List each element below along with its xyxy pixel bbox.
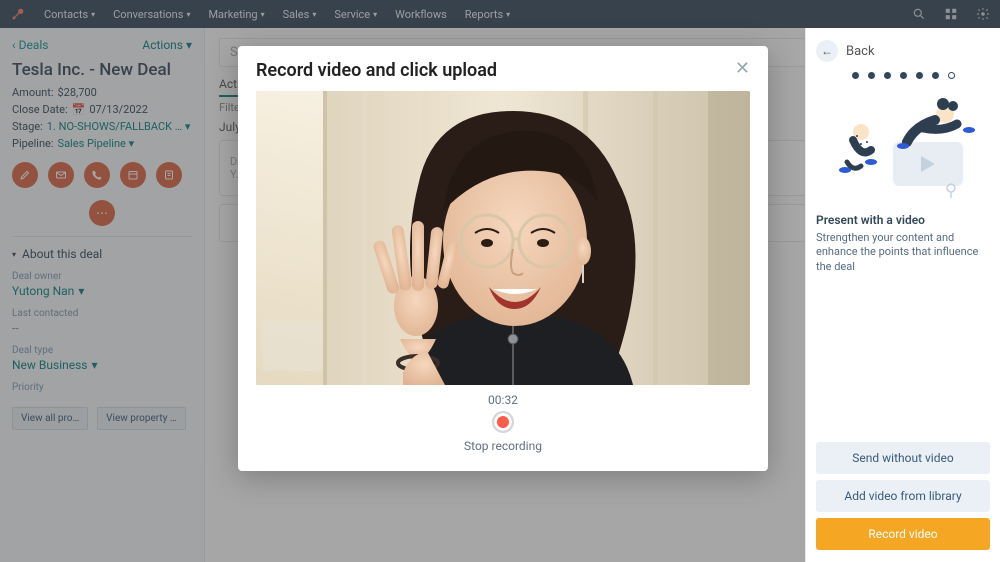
nav-conversations[interactable]: Conversations▾ xyxy=(113,8,190,21)
owner-label: Deal owner xyxy=(12,271,192,282)
nav-service[interactable]: Service▾ xyxy=(334,8,377,21)
search-icon[interactable] xyxy=(912,7,926,21)
record-video-modal: Record video and click upload ✕ xyxy=(238,46,768,471)
send-without-video-button[interactable]: Send without video xyxy=(816,442,990,474)
top-nav: Contacts▾ Conversations▾ Marketing▾ Sale… xyxy=(0,0,1000,28)
log-icon[interactable] xyxy=(120,162,146,188)
more-icon[interactable]: ⋯ xyxy=(89,200,115,226)
step-dots xyxy=(816,72,990,79)
nav-workflows[interactable]: Workflows xyxy=(395,8,447,21)
video-preview xyxy=(256,91,750,385)
close-icon[interactable]: ✕ xyxy=(735,60,750,78)
arrow-left-icon: ← xyxy=(816,40,838,62)
record-video-button[interactable]: Record video xyxy=(816,518,990,550)
nav-marketing[interactable]: Marketing▾ xyxy=(208,8,264,21)
stop-recording-label: Stop recording xyxy=(464,439,542,453)
note-icon[interactable] xyxy=(12,162,38,188)
deal-amount: Amount: $28,700 xyxy=(12,86,192,99)
last-contacted-value: -- xyxy=(12,321,192,335)
add-from-library-button[interactable]: Add video from library xyxy=(816,480,990,512)
deal-close-date[interactable]: Close Date: 📅 07/13/2022 xyxy=(12,103,192,116)
gear-icon[interactable] xyxy=(976,7,990,21)
priority-label: Priority xyxy=(12,382,192,393)
video-illustration xyxy=(816,87,990,207)
nav-sales[interactable]: Sales▾ xyxy=(283,8,317,21)
deal-title: Tesla Inc. - New Deal xyxy=(12,60,192,80)
deal-type-value[interactable]: New Business ▾ xyxy=(12,358,192,372)
deal-sidebar: ‹ Deals Actions ▾ Tesla Inc. - New Deal … xyxy=(0,28,205,562)
recording-timer: 00:32 xyxy=(256,393,750,407)
nav-reports[interactable]: Reports▾ xyxy=(465,8,510,21)
back-to-deals[interactable]: ‹ Deals xyxy=(12,38,48,52)
stop-recording-button[interactable] xyxy=(492,411,514,433)
deal-pipeline[interactable]: Pipeline: Sales Pipeline ▾ xyxy=(12,137,192,150)
email-icon[interactable] xyxy=(48,162,74,188)
call-icon[interactable] xyxy=(84,162,110,188)
deal-type-label: Deal type xyxy=(12,345,192,356)
deal-stage[interactable]: Stage: 1. NO-SHOWS/FALLBACK … ▾ xyxy=(12,120,192,133)
task-icon[interactable] xyxy=(156,162,182,188)
nav-contacts[interactable]: Contacts▾ xyxy=(44,8,95,21)
about-deal-header[interactable]: ▾About this deal xyxy=(12,236,192,261)
side-heading: Present with a video xyxy=(816,213,990,227)
view-all-props-button[interactable]: View all pro… xyxy=(12,407,88,430)
marketplace-icon[interactable] xyxy=(944,7,958,21)
hubspot-logo-icon xyxy=(10,6,26,22)
view-history-button[interactable]: View property … xyxy=(97,407,185,430)
side-back-button[interactable]: ← Back xyxy=(816,40,990,62)
owner-value[interactable]: Yutong Nan ▾ xyxy=(12,284,192,298)
last-contacted-label: Last contacted xyxy=(12,308,192,319)
calendar-icon: 📅 xyxy=(72,103,86,116)
modal-title: Record video and click upload xyxy=(256,60,497,81)
video-side-panel: ← Back Present with a video Strength xyxy=(805,28,1000,562)
actions-menu[interactable]: Actions ▾ xyxy=(142,38,192,52)
side-body: Strengthen your content and enhance the … xyxy=(816,231,990,274)
